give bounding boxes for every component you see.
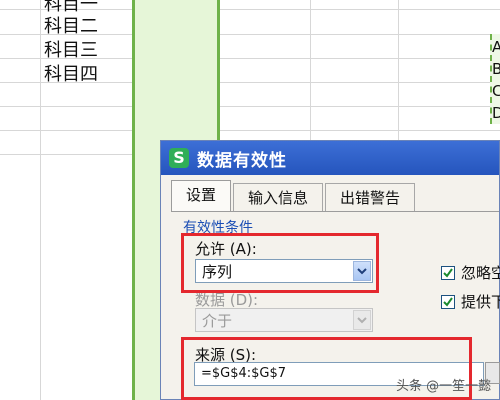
tab-error-alert[interactable]: 出错警告	[325, 183, 416, 212]
allow-highlight-box	[181, 233, 379, 293]
chevron-down-icon	[353, 310, 371, 330]
cell-option-a[interactable]: A	[492, 38, 500, 56]
cell-subject-2[interactable]: 科目二	[44, 12, 98, 38]
dialog-title: 数据有效性	[197, 150, 287, 171]
ignore-blank-checkbox-row[interactable]: 忽略空	[441, 262, 500, 283]
wps-app-icon: S	[169, 148, 189, 168]
data-select-value: 介于	[202, 311, 233, 330]
in-cell-dropdown-label: 提供下	[461, 293, 500, 311]
tab-settings[interactable]: 设置	[171, 180, 232, 212]
ignore-blank-label: 忽略空	[461, 264, 500, 282]
tab-divider	[171, 211, 499, 212]
grid-row-line	[0, 106, 500, 107]
data-select: 介于	[195, 308, 373, 332]
in-cell-dropdown-checkbox-row[interactable]: 提供下	[441, 291, 500, 312]
cell-subject-4[interactable]: 科目四	[44, 60, 98, 86]
cell-option-d[interactable]: D	[492, 104, 500, 122]
ignore-blank-checkbox[interactable]	[441, 265, 455, 280]
cell-option-b[interactable]: B	[492, 60, 500, 78]
grid-col-line	[40, 0, 41, 400]
cell-subject-3[interactable]: 科目三	[44, 36, 98, 62]
cell-option-c[interactable]: C	[492, 82, 500, 100]
in-cell-dropdown-checkbox[interactable]	[441, 294, 455, 309]
tab-input-message[interactable]: 输入信息	[233, 183, 324, 212]
grid-row-line	[0, 130, 500, 131]
watermark-text: 头条 @一笙一懿	[396, 379, 492, 394]
dialog-titlebar[interactable]: S 数据有效性	[161, 141, 499, 175]
